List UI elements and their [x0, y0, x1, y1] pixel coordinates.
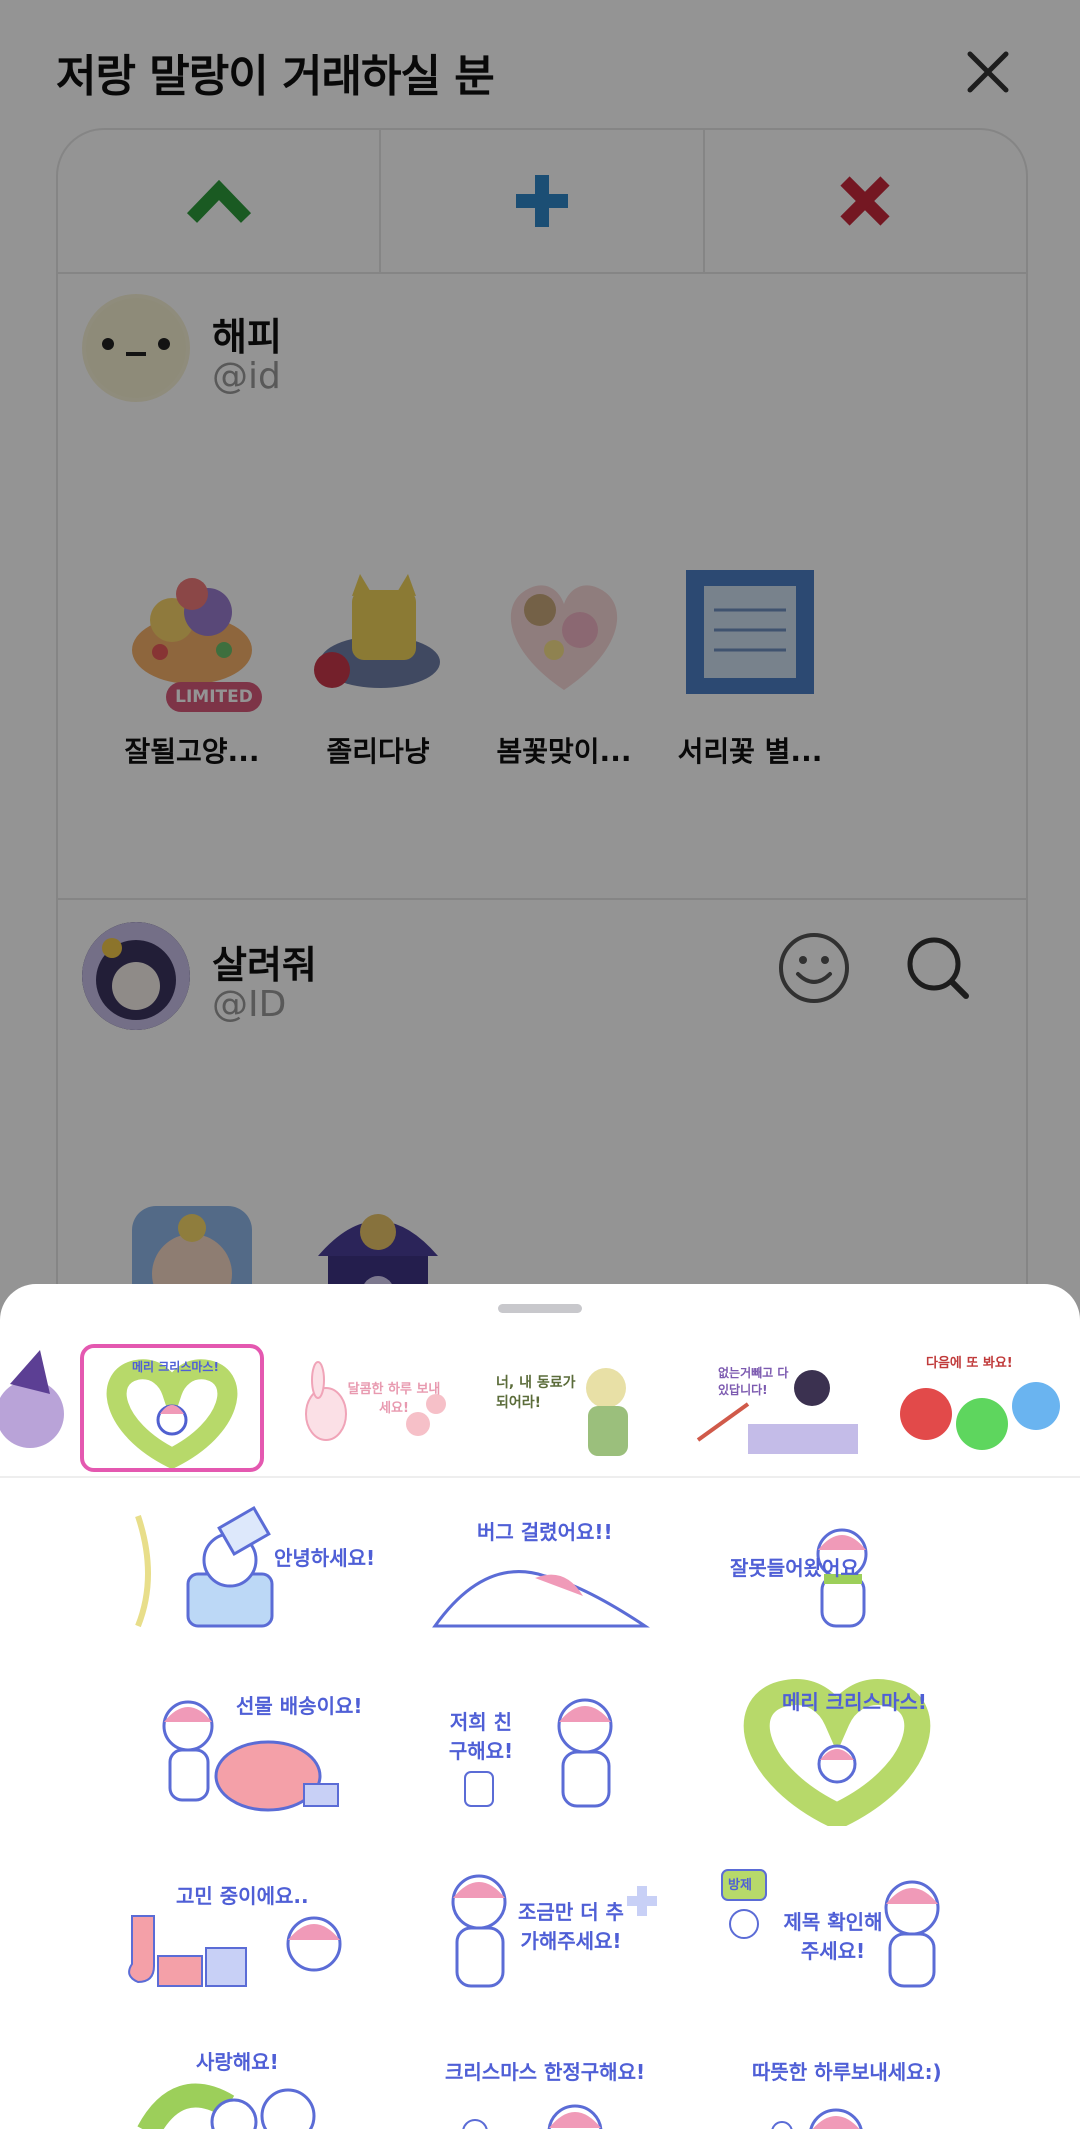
sticker-caption: 크리스마스 한정구해요!	[445, 2060, 646, 2084]
pack-label: 없는거빼고 다 있답니다!	[718, 1366, 789, 1397]
sticker-pack-tab-selected[interactable]: 메리 크리스마스!	[80, 1344, 264, 1472]
thinking-snowman-sticker-icon	[128, 1915, 342, 1987]
sticker[interactable]: 저희 친구해요!	[415, 1676, 665, 1826]
pack-label: 달콤한 하루 보내세요!	[347, 1382, 441, 1416]
sticker[interactable]: 방제 제목 확인해주세요!	[712, 1856, 962, 2006]
sticker-pack-tab[interactable]: 달콤한 하루 보내세요!	[286, 1344, 462, 1464]
sticker-pack-tab[interactable]: 너, 내 동료가 되어라!	[482, 1344, 658, 1464]
tab-divider	[0, 1476, 1080, 1478]
pack-label: 메리 크리스마스!	[132, 1360, 219, 1374]
sticker[interactable]: 잘못들어왔어요	[712, 1496, 962, 1646]
sticker-caption: 조금만 더 추가해주세요!	[518, 1900, 624, 1953]
sticker-picker-sheet: 메리 크리스마스! 달콤한 하루 보내세요! 너, 내 동료가 되어라! 없는거…	[0, 1284, 1080, 2129]
pack-label: 다음에 또 봐요!	[926, 1356, 1013, 1371]
sticker-caption: 저희 친구해요!	[448, 1710, 514, 1763]
pack-label: 너, 내 동료가 되어라!	[496, 1375, 576, 1411]
sticker[interactable]: 사랑해요!	[118, 2036, 368, 2129]
sticker-caption: 고민 중이에요..	[176, 1884, 309, 1908]
sticker-caption: 따뜻한 하루보내세요:)	[752, 2060, 942, 2084]
sticker[interactable]: 안녕하세요!	[118, 1496, 375, 1646]
sticker[interactable]: 크리스마스 한정구해요!	[415, 2036, 665, 2129]
girl-pack-icon	[696, 1370, 858, 1454]
sticker-caption: 버그 걸렸어요!!	[477, 1520, 613, 1544]
sticker-caption: 메리 크리스마스!	[782, 1690, 927, 1714]
sticker-pack-tab[interactable]: 다음에 또 봐요!	[890, 1344, 1066, 1464]
sticker-caption: 선물 배송이요!	[236, 1694, 363, 1718]
sticker[interactable]: 버그 걸렸어요!!	[415, 1496, 665, 1646]
sticker-caption: 제목 확인해주세요!	[783, 1910, 883, 1963]
witch-pack-icon	[0, 1350, 64, 1448]
sticker[interactable]: 선물 배송이요!	[118, 1676, 368, 1826]
sheet-drag-handle[interactable]	[498, 1304, 582, 1313]
sticker-pack-tab[interactable]	[0, 1344, 66, 1464]
sticker[interactable]: 따뜻한 하루보내세요:)	[712, 2036, 962, 2129]
snowman-gift-sticker-icon	[135, 1505, 274, 1628]
sticker[interactable]: 고민 중이에요..	[118, 1856, 368, 2006]
sign-text: 방제	[728, 1878, 752, 1893]
sticker[interactable]: 조금만 더 추가해주세요!	[415, 1856, 665, 2006]
sticker-caption: 안녕하세요!	[274, 1546, 376, 1570]
sticker-caption: 사랑해요!	[196, 2050, 279, 2074]
sticker-caption: 잘못들어왔어요	[730, 1556, 859, 1580]
sticker-pack-tab[interactable]: 없는거빼고 다 있답니다!	[688, 1344, 864, 1464]
sticker-pack-tabs: 메리 크리스마스! 달콤한 하루 보내세요! 너, 내 동료가 되어라! 없는거…	[0, 1344, 1080, 1472]
trade-post-page: 저랑 말랑이 거래하실 분 해피 @id LIMITED 잘될고양... 졸리다…	[0, 0, 1080, 2129]
sticker[interactable]: 메리 크리스마스!	[712, 1676, 962, 1831]
